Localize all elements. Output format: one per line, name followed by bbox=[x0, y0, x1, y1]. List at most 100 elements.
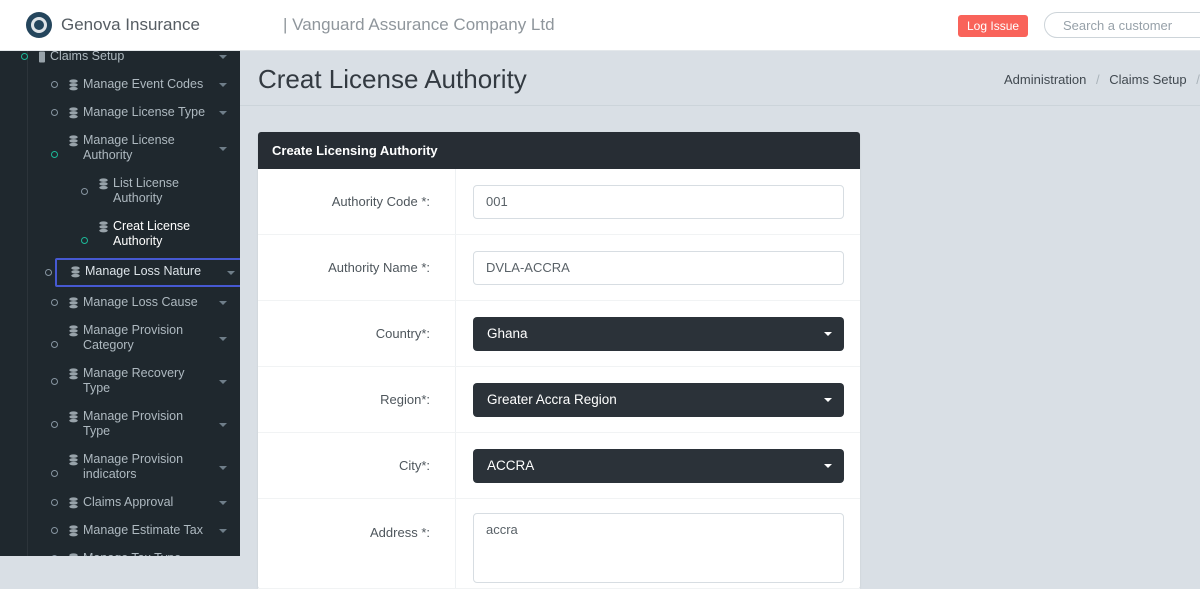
sidebar-item-claims-setup[interactable]: Claims Setup bbox=[0, 50, 240, 71]
sidebar-item-label: Manage Provision Category bbox=[83, 323, 183, 353]
top-header: Genova Insurance | Vanguard Assurance Co… bbox=[0, 0, 1200, 51]
field-label: Authority Name *: bbox=[328, 260, 430, 275]
sidebar-item-label: Manage Estimate Tax bbox=[83, 523, 203, 538]
sidebar: Claims Setup Manage Event Codes Manage L… bbox=[0, 50, 240, 556]
bullet-icon bbox=[51, 299, 58, 306]
panel-title: Create Licensing Authority bbox=[258, 132, 860, 169]
sidebar-item-label: Manage License Type bbox=[83, 105, 205, 120]
field-row-authority-name: Authority Name *: bbox=[258, 235, 860, 301]
sidebar-item-manage-event-codes[interactable]: Manage Event Codes bbox=[0, 71, 240, 99]
city-selected-value: ACCRA bbox=[487, 458, 534, 473]
chevron-down-icon bbox=[219, 83, 227, 87]
authority-name-input[interactable] bbox=[473, 251, 844, 285]
sidebar-item-manage-tax-type[interactable]: Manage Tax Type bbox=[0, 545, 240, 556]
sidebar-item-label: Creat License Authority bbox=[113, 219, 190, 249]
authority-code-input[interactable] bbox=[473, 185, 844, 219]
breadcrumb-separator: / bbox=[1096, 72, 1100, 87]
log-issue-button[interactable]: Log Issue bbox=[958, 15, 1028, 37]
bullet-icon bbox=[51, 527, 58, 534]
chevron-down-icon bbox=[219, 111, 227, 115]
sidebar-item-manage-provision-indicators[interactable]: Manage Provision indicators bbox=[0, 446, 240, 489]
field-label: Region*: bbox=[380, 392, 430, 407]
database-icon bbox=[68, 454, 79, 466]
bullet-icon bbox=[51, 499, 58, 506]
chevron-down-icon bbox=[219, 380, 227, 384]
sidebar-item-claims-approval[interactable]: Claims Approval bbox=[0, 489, 240, 517]
database-icon bbox=[98, 221, 109, 233]
chevron-down-icon bbox=[219, 466, 227, 470]
bullet-icon bbox=[81, 237, 88, 244]
database-icon bbox=[70, 266, 81, 278]
sidebar-item-label: Manage License Authority bbox=[83, 133, 175, 163]
field-label: Address *: bbox=[370, 525, 430, 540]
create-licensing-authority-panel: Create Licensing Authority Authority Cod… bbox=[258, 132, 860, 589]
brand: Genova Insurance bbox=[26, 0, 200, 50]
sidebar-item-manage-loss-nature[interactable]: Manage Loss Nature bbox=[55, 258, 240, 287]
chevron-down-icon bbox=[219, 55, 227, 59]
bullet-icon bbox=[51, 421, 58, 428]
database-icon bbox=[68, 297, 79, 309]
chevron-down-icon bbox=[219, 147, 227, 151]
search-input[interactable] bbox=[1044, 12, 1200, 38]
bullet-icon bbox=[51, 378, 58, 385]
bullet-icon bbox=[51, 470, 58, 477]
label-column: City*: bbox=[258, 433, 456, 498]
sidebar-item-label: Manage Recovery Type bbox=[83, 366, 210, 396]
bullet-icon bbox=[81, 188, 88, 195]
genova-logo-icon bbox=[26, 12, 52, 38]
city-select[interactable]: ACCRA bbox=[473, 449, 844, 483]
chevron-down-icon bbox=[219, 529, 227, 533]
input-column: ACCRA bbox=[456, 449, 860, 483]
field-label: Country*: bbox=[376, 326, 430, 341]
sidebar-item-manage-license-authority[interactable]: Manage License Authority bbox=[0, 127, 240, 170]
sidebar-item-manage-license-type[interactable]: Manage License Type bbox=[0, 99, 240, 127]
breadcrumb-claims-setup[interactable]: Claims Setup bbox=[1109, 72, 1186, 87]
field-row-authority-code: Authority Code *: bbox=[258, 169, 860, 235]
database-icon bbox=[68, 135, 79, 147]
country-select[interactable]: Ghana bbox=[473, 317, 844, 351]
sidebar-item-manage-recovery-type[interactable]: Manage Recovery Type bbox=[0, 360, 240, 403]
label-column: Authority Name *: bbox=[258, 235, 456, 300]
database-icon bbox=[68, 325, 79, 337]
input-column bbox=[456, 499, 860, 588]
sidebar-nav: Claims Setup Manage Event Codes Manage L… bbox=[0, 50, 240, 556]
database-icon bbox=[68, 525, 79, 537]
field-label: City*: bbox=[399, 458, 430, 473]
sidebar-item-label: Manage Loss Cause bbox=[83, 295, 198, 310]
sidebar-item-manage-provision-category[interactable]: Manage Provision Category bbox=[0, 317, 240, 360]
chevron-down-icon bbox=[824, 332, 832, 336]
label-column: Region*: bbox=[258, 367, 456, 432]
database-icon bbox=[68, 368, 79, 380]
sidebar-item-manage-provision-type[interactable]: Manage Provision Type bbox=[0, 403, 240, 446]
address-textarea[interactable] bbox=[473, 513, 844, 583]
database-icon bbox=[68, 107, 79, 119]
breadcrumb-separator: / bbox=[1196, 72, 1200, 87]
country-selected-value: Ghana bbox=[487, 326, 528, 341]
sidebar-item-list-license-authority[interactable]: List License Authority bbox=[0, 170, 240, 213]
breadcrumb-administration[interactable]: Administration bbox=[1004, 72, 1086, 87]
sidebar-item-creat-license-authority[interactable]: Creat License Authority bbox=[0, 213, 240, 256]
input-column bbox=[456, 251, 860, 285]
input-column: Greater Accra Region bbox=[456, 383, 860, 417]
database-icon bbox=[68, 497, 79, 509]
company-name: | Vanguard Assurance Company Ltd bbox=[283, 15, 555, 35]
breadcrumb: Administration / Claims Setup / M bbox=[1004, 72, 1200, 87]
field-label: Authority Code *: bbox=[332, 194, 430, 209]
database-icon bbox=[98, 178, 109, 190]
sidebar-item-label: Claims Setup bbox=[50, 50, 124, 64]
brand-name: Genova Insurance bbox=[61, 15, 200, 35]
field-row-country: Country*: Ghana bbox=[258, 301, 860, 367]
page-header: Creat License Authority Administration /… bbox=[240, 50, 1200, 106]
chevron-down-icon bbox=[219, 337, 227, 341]
field-row-address: Address *: bbox=[258, 499, 860, 589]
chevron-down-icon bbox=[219, 301, 227, 305]
sidebar-item-manage-estimate-tax[interactable]: Manage Estimate Tax bbox=[0, 517, 240, 545]
region-select[interactable]: Greater Accra Region bbox=[473, 383, 844, 417]
sidebar-item-manage-loss-cause[interactable]: Manage Loss Cause bbox=[0, 289, 240, 317]
bullet-icon bbox=[51, 81, 58, 88]
database-icon bbox=[68, 411, 79, 423]
input-column bbox=[456, 185, 860, 219]
bullet-icon bbox=[21, 53, 28, 60]
sidebar-item-label: Claims Approval bbox=[83, 495, 173, 510]
label-column: Address *: bbox=[258, 499, 456, 588]
